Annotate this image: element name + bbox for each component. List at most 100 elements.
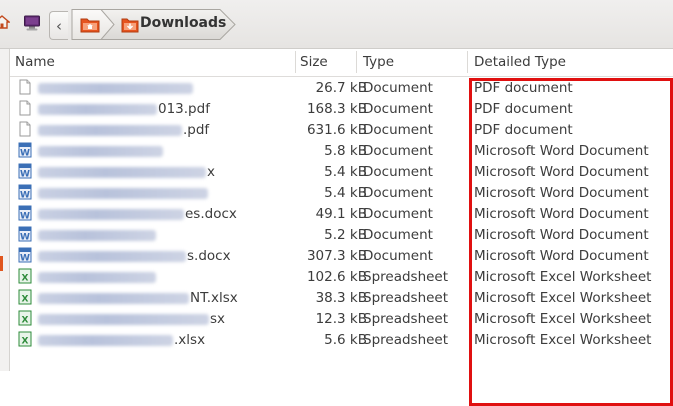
redacted-name bbox=[38, 292, 189, 304]
file-type: Document bbox=[363, 185, 433, 201]
word-icon: W bbox=[18, 226, 32, 243]
file-row[interactable]: Wes.docx 49.1 kB Document Microsoft Word Do… bbox=[10, 203, 673, 224]
file-name-visible: sx bbox=[210, 311, 226, 327]
redacted-name bbox=[38, 271, 156, 283]
file-name-visible: es.docx bbox=[185, 206, 237, 222]
file-type: Document bbox=[363, 227, 433, 243]
file-row[interactable]: W 5.8 kB Document Microsoft Word Document bbox=[10, 140, 673, 161]
word-icon: W bbox=[18, 205, 32, 222]
file-row[interactable]: Wx 5.4 kB Document Microsoft Word Document bbox=[10, 161, 673, 182]
file-size: 5.4 kB bbox=[324, 164, 367, 180]
file-name bbox=[38, 185, 209, 201]
file-name-visible: NT.xlsx bbox=[190, 290, 238, 306]
file-name: 013.pdf bbox=[38, 101, 210, 117]
file-row[interactable]: 013.pdf 168.3 kB Document PDF document bbox=[10, 98, 673, 119]
svg-text:W: W bbox=[20, 254, 30, 264]
file-row[interactable]: W 5.4 kB Document Microsoft Word Document bbox=[10, 182, 673, 203]
file-row[interactable]: X .xlsx 5.6 kB Spreadsheet Microsoft Excel W… bbox=[10, 329, 673, 350]
excel-icon: X bbox=[18, 268, 32, 284]
word-icon: W bbox=[18, 184, 32, 201]
column-header-detailed-type[interactable]: Detailed Type bbox=[474, 54, 566, 70]
file-row[interactable]: Ws.docx 307.3 kB Document Microsoft Word Do… bbox=[10, 245, 673, 266]
svg-text:X: X bbox=[22, 316, 29, 326]
file-size: 5.2 kB bbox=[324, 227, 367, 243]
redacted-name bbox=[38, 313, 209, 325]
svg-text:W: W bbox=[20, 191, 30, 201]
file-name: es.docx bbox=[38, 206, 237, 222]
back-button[interactable]: ‹ bbox=[49, 11, 68, 40]
file-row[interactable]: .pdf 631.6 kB Document PDF document bbox=[10, 119, 673, 140]
file-type: Document bbox=[363, 206, 433, 222]
column-header-name[interactable]: Name bbox=[15, 54, 55, 70]
pdf-icon bbox=[18, 121, 32, 137]
folder-icon[interactable] bbox=[80, 16, 100, 34]
excel-icon: X bbox=[18, 289, 32, 305]
word-icon: W bbox=[18, 163, 32, 180]
file-row[interactable]: X 102.6 kB Spreadsheet Microsoft Excel Work… bbox=[10, 266, 673, 287]
file-name: .xlsx bbox=[38, 332, 205, 348]
redacted-name bbox=[38, 82, 193, 94]
column-header-size[interactable]: Size bbox=[300, 54, 328, 70]
redacted-name bbox=[38, 187, 208, 199]
file-size: 102.6 kB bbox=[306, 269, 367, 285]
home-icon[interactable] bbox=[0, 14, 10, 30]
file-name: s.docx bbox=[38, 248, 231, 264]
file-size: 49.1 kB bbox=[315, 206, 367, 222]
column-divider[interactable] bbox=[356, 51, 357, 73]
file-detailed-type: PDF document bbox=[474, 122, 573, 138]
file-type: Spreadsheet bbox=[363, 290, 449, 306]
pdf-icon bbox=[18, 79, 32, 95]
file-detailed-type: Microsoft Word Document bbox=[474, 248, 649, 264]
file-size: 307.3 kB bbox=[306, 248, 367, 264]
file-name bbox=[38, 227, 157, 243]
file-size: 12.3 kB bbox=[315, 311, 367, 327]
redacted-name bbox=[38, 124, 182, 136]
sidebar-selected-marker bbox=[0, 256, 3, 271]
file-name-visible: x bbox=[207, 164, 215, 180]
file-row[interactable]: X NT.xlsx 38.3 kB Spreadsheet Microsoft Exce… bbox=[10, 287, 673, 308]
pdf-icon bbox=[18, 100, 32, 116]
file-type: Spreadsheet bbox=[363, 269, 449, 285]
svg-text:W: W bbox=[20, 233, 30, 243]
redacted-name bbox=[38, 103, 157, 115]
sidebar bbox=[0, 49, 10, 371]
file-detailed-type: Microsoft Excel Worksheet bbox=[474, 311, 652, 327]
file-size: 5.6 kB bbox=[324, 332, 367, 348]
file-row[interactable]: W 5.2 kB Document Microsoft Word Document bbox=[10, 224, 673, 245]
word-icon: W bbox=[18, 247, 32, 264]
file-type: Document bbox=[363, 122, 433, 138]
file-detailed-type: Microsoft Word Document bbox=[474, 206, 649, 222]
file-name: x bbox=[38, 164, 215, 180]
downloads-folder-icon bbox=[121, 18, 139, 33]
file-detailed-type: Microsoft Word Document bbox=[474, 227, 649, 243]
file-name-visible: 013.pdf bbox=[158, 101, 210, 117]
svg-text:W: W bbox=[20, 170, 30, 180]
svg-text:X: X bbox=[22, 295, 29, 305]
column-header-type[interactable]: Type bbox=[363, 54, 394, 70]
file-row[interactable]: 26.7 kB Document PDF document bbox=[10, 77, 673, 98]
column-divider[interactable] bbox=[467, 51, 468, 73]
file-detailed-type: Microsoft Word Document bbox=[474, 143, 649, 159]
file-type: Document bbox=[363, 143, 433, 159]
file-detailed-type: PDF document bbox=[474, 80, 573, 96]
file-name: .pdf bbox=[38, 122, 209, 138]
computer-icon[interactable] bbox=[23, 14, 41, 32]
file-size: 38.3 kB bbox=[315, 290, 367, 306]
file-name: sx bbox=[38, 311, 225, 327]
redacted-name bbox=[38, 166, 206, 178]
excel-icon: X bbox=[18, 331, 32, 347]
column-divider[interactable] bbox=[295, 51, 296, 73]
svg-text:W: W bbox=[20, 212, 30, 222]
file-detailed-type: Microsoft Excel Worksheet bbox=[474, 290, 652, 306]
file-type: Document bbox=[363, 248, 433, 264]
file-type: Spreadsheet bbox=[363, 311, 449, 327]
svg-text:W: W bbox=[20, 149, 30, 159]
file-detailed-type: Microsoft Word Document bbox=[474, 185, 649, 201]
breadcrumb-downloads[interactable]: Downloads bbox=[140, 15, 226, 31]
file-row[interactable]: Xsx 12.3 kB Spreadsheet Microsoft Excel Wor… bbox=[10, 308, 673, 329]
file-size: 168.3 kB bbox=[306, 101, 367, 117]
excel-icon: X bbox=[18, 310, 32, 326]
file-name-visible: s.docx bbox=[187, 248, 231, 264]
file-detailed-type: Microsoft Excel Worksheet bbox=[474, 332, 652, 348]
file-size: 5.4 kB bbox=[324, 185, 367, 201]
